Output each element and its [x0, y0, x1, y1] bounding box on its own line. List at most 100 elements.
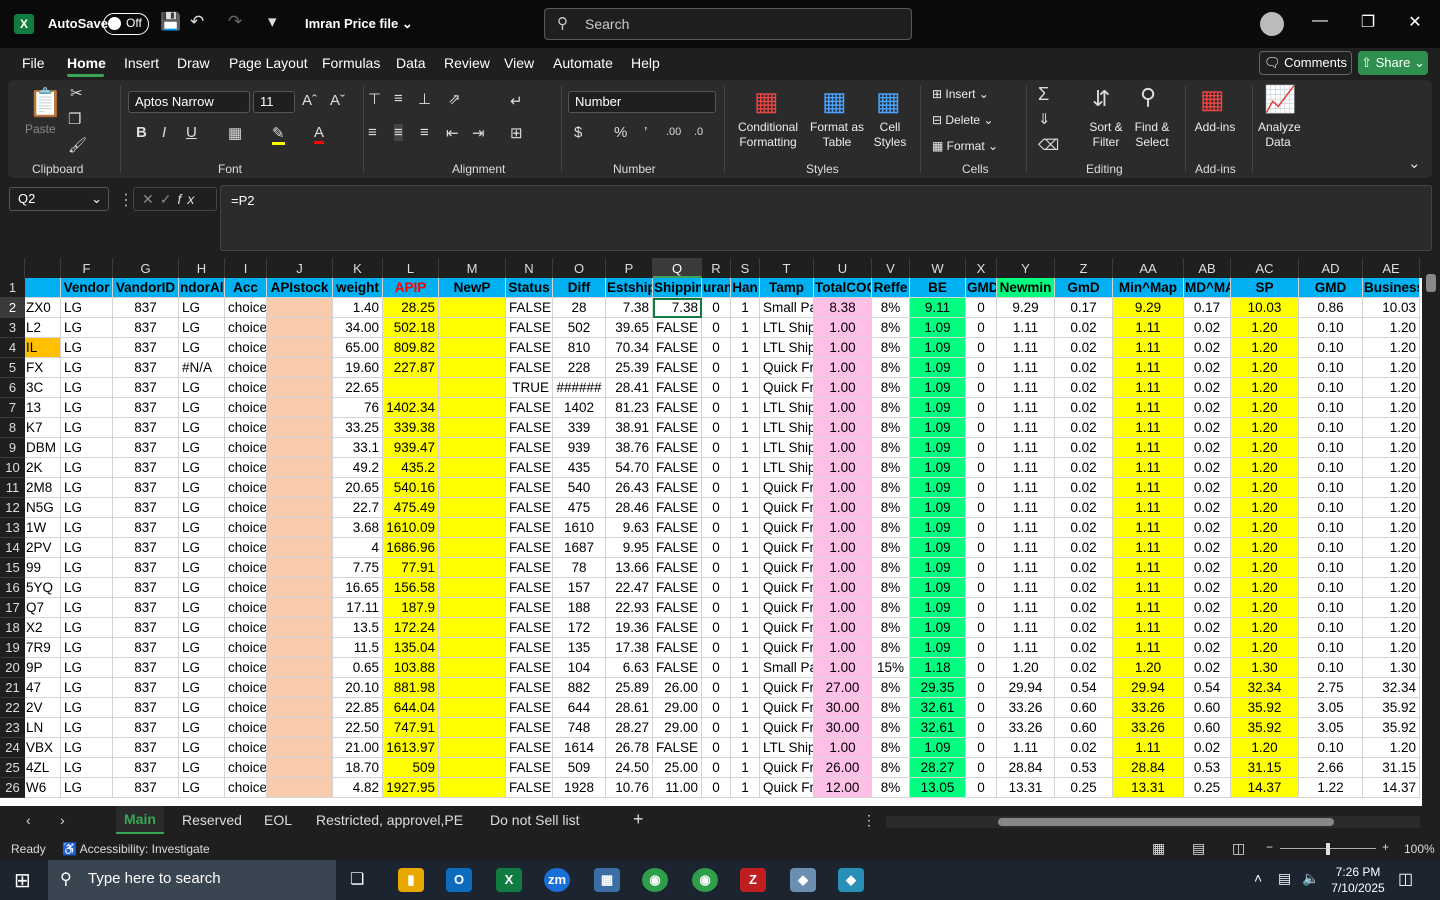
- table-cell[interactable]: FALSE: [506, 578, 553, 598]
- table-cell[interactable]: FALSE: [506, 398, 553, 418]
- tab-view[interactable]: View: [504, 55, 534, 71]
- table-cell[interactable]: 1: [731, 398, 760, 418]
- table-cell[interactable]: 1.11: [997, 358, 1055, 378]
- table-cell[interactable]: 0.02: [1055, 558, 1113, 578]
- column-header-i[interactable]: I: [225, 258, 267, 278]
- table-cell[interactable]: 0.02: [1184, 378, 1231, 398]
- table-cell[interactable]: 1.40: [333, 298, 383, 318]
- table-cell[interactable]: 34.00: [333, 318, 383, 338]
- table-cell[interactable]: LG: [179, 578, 225, 598]
- table-cell[interactable]: 33.1: [333, 438, 383, 458]
- table-cell[interactable]: [439, 538, 506, 558]
- table-cell[interactable]: 5YQ: [25, 578, 61, 598]
- table-cell[interactable]: 22.65: [333, 378, 383, 398]
- fill-color-icon[interactable]: ✎: [272, 124, 285, 145]
- table-cell[interactable]: 29.94: [1113, 678, 1184, 698]
- table-cell[interactable]: FALSE: [653, 378, 702, 398]
- table-cell[interactable]: 0.60: [1055, 698, 1113, 718]
- table-cell[interactable]: FALSE: [506, 458, 553, 478]
- column-title[interactable]: MD^MA: [1184, 278, 1231, 298]
- table-cell[interactable]: LG: [61, 458, 113, 478]
- table-cell[interactable]: 1928: [553, 778, 606, 798]
- table-cell[interactable]: FALSE: [653, 318, 702, 338]
- table-cell[interactable]: 188: [553, 598, 606, 618]
- table-cell[interactable]: 22.85: [333, 698, 383, 718]
- prev-sheet-icon[interactable]: ‹: [26, 812, 31, 828]
- table-cell[interactable]: 1.11: [997, 458, 1055, 478]
- table-cell[interactable]: 1.20: [1363, 538, 1420, 558]
- table-cell[interactable]: 0.02: [1184, 518, 1231, 538]
- table-cell[interactable]: DBM: [25, 438, 61, 458]
- table-cell[interactable]: 1.11: [997, 538, 1055, 558]
- table-cell[interactable]: 1.20: [1363, 318, 1420, 338]
- tab-data[interactable]: Data: [396, 55, 426, 71]
- increase-indent-icon[interactable]: ⇥: [472, 124, 485, 142]
- table-cell[interactable]: Small Pa: [760, 658, 814, 678]
- table-cell[interactable]: 1.09: [910, 538, 966, 558]
- table-cell[interactable]: 837: [113, 778, 179, 798]
- table-cell[interactable]: 509: [383, 758, 439, 778]
- table-cell[interactable]: LTL Ship: [760, 318, 814, 338]
- table-cell[interactable]: 1.20: [1363, 498, 1420, 518]
- table-cell[interactable]: 809.82: [383, 338, 439, 358]
- table-cell[interactable]: 0: [966, 638, 997, 658]
- table-cell[interactable]: [267, 618, 333, 638]
- table-cell[interactable]: 0.10: [1299, 658, 1363, 678]
- table-cell[interactable]: FALSE: [653, 418, 702, 438]
- table-cell[interactable]: 1: [731, 738, 760, 758]
- row-header[interactable]: 26: [0, 778, 25, 798]
- table-cell[interactable]: [267, 518, 333, 538]
- table-cell[interactable]: 0.02: [1055, 458, 1113, 478]
- table-cell[interactable]: 0: [702, 558, 731, 578]
- table-cell[interactable]: choice: [225, 518, 267, 538]
- cell-styles-button[interactable]: Cell Styles: [868, 120, 912, 150]
- table-cell[interactable]: [439, 738, 506, 758]
- table-cell[interactable]: 1: [731, 498, 760, 518]
- column-title[interactable]: BE: [910, 278, 966, 298]
- column-header-s[interactable]: S: [731, 258, 760, 278]
- table-cell[interactable]: FALSE: [653, 638, 702, 658]
- table-cell[interactable]: [267, 498, 333, 518]
- table-cell[interactable]: 1.09: [910, 418, 966, 438]
- row-header[interactable]: 12: [0, 498, 25, 518]
- column-title[interactable]: GMD: [966, 278, 997, 298]
- table-cell[interactable]: FALSE: [506, 438, 553, 458]
- row-header[interactable]: 6: [0, 378, 25, 398]
- table-cell[interactable]: 9.95: [606, 538, 653, 558]
- cut-icon[interactable]: ✂: [70, 84, 83, 102]
- table-cell[interactable]: 8%: [872, 338, 910, 358]
- table-cell[interactable]: 0.02: [1055, 738, 1113, 758]
- orientation-icon[interactable]: ⇗: [448, 90, 461, 108]
- table-cell[interactable]: 187.9: [383, 598, 439, 618]
- table-cell[interactable]: 0.53: [1184, 758, 1231, 778]
- table-cell[interactable]: Q7: [25, 598, 61, 618]
- accessibility-status[interactable]: ♿ Accessibility: Investigate: [62, 842, 210, 856]
- table-cell[interactable]: 0.02: [1055, 638, 1113, 658]
- table-cell[interactable]: LG: [179, 778, 225, 798]
- column-header-ac[interactable]: AC: [1231, 258, 1299, 278]
- table-cell[interactable]: 1.09: [910, 378, 966, 398]
- table-cell[interactable]: LTL Ship: [760, 438, 814, 458]
- table-cell[interactable]: choice: [225, 438, 267, 458]
- table-cell[interactable]: 0.02: [1184, 558, 1231, 578]
- number-format-select[interactable]: Number: [568, 91, 716, 113]
- table-cell[interactable]: 28.25: [383, 298, 439, 318]
- table-cell[interactable]: 540.16: [383, 478, 439, 498]
- table-cell[interactable]: 1.09: [910, 498, 966, 518]
- table-cell[interactable]: 1.11: [1113, 438, 1184, 458]
- table-cell[interactable]: 0: [966, 618, 997, 638]
- table-cell[interactable]: 837: [113, 718, 179, 738]
- table-cell[interactable]: [439, 658, 506, 678]
- table-cell[interactable]: 1.11: [997, 378, 1055, 398]
- sort-filter-button[interactable]: Sort & Filter: [1084, 120, 1128, 150]
- table-cell[interactable]: 1: [731, 558, 760, 578]
- table-cell[interactable]: 0.02: [1055, 598, 1113, 618]
- table-cell[interactable]: 1.09: [910, 398, 966, 418]
- tab-home[interactable]: Home: [67, 55, 106, 71]
- column-title[interactable]: VandorID: [113, 278, 179, 298]
- column-header-l[interactable]: L: [383, 258, 439, 278]
- table-cell[interactable]: 339: [553, 418, 606, 438]
- table-cell[interactable]: [267, 738, 333, 758]
- table-cell[interactable]: FALSE: [653, 358, 702, 378]
- table-cell[interactable]: FALSE: [506, 518, 553, 538]
